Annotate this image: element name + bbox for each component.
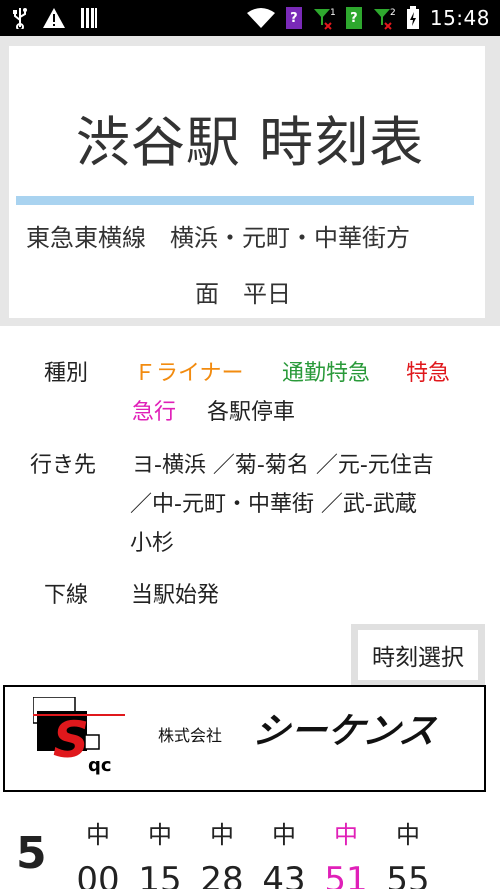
company-type: 株式会社 xyxy=(158,726,223,745)
page-title: 渋谷駅 時刻表 xyxy=(75,111,425,174)
logo-letter: S xyxy=(53,711,89,769)
train-dest: 中 xyxy=(210,821,234,849)
train-minute[interactable]: 51 xyxy=(316,860,376,889)
no-sim-2-icon: ? xyxy=(345,7,362,29)
company-brand: シーケンス xyxy=(249,711,441,752)
type-f-liner: Ｆライナー xyxy=(134,361,244,386)
day-type-text: 面 平日 xyxy=(195,280,291,308)
train-minute[interactable]: 55 xyxy=(378,860,438,889)
time-select-button[interactable]: 時刻選択 xyxy=(358,630,478,680)
train-dest: 中 xyxy=(396,821,420,849)
train-minute[interactable]: 43 xyxy=(254,860,314,889)
clock: 15:48 xyxy=(429,6,490,30)
train-dest: 中 xyxy=(148,821,172,849)
type-local: 各駅停車 xyxy=(207,400,296,425)
train-dest: 中 xyxy=(86,821,110,849)
destination-line-2: ／中-元町・中華街 ／武-武蔵 xyxy=(130,492,417,517)
direction-value: 当駅始発 xyxy=(131,583,220,608)
no-sim-icon: ? xyxy=(285,7,302,29)
title-underline xyxy=(16,196,474,205)
usb-icon xyxy=(12,7,28,29)
signal-2-sup: 2 xyxy=(390,8,396,18)
line-direction-text: 東急東横線 横浜・元町・中華街方 xyxy=(26,224,410,252)
signal-2-icon: 2 xyxy=(372,6,396,30)
destination-line-3: 小杉 xyxy=(130,531,175,556)
destination-line-1: ヨ-横浜 ／菊-菊名 ／元-元住吉 xyxy=(132,453,434,478)
status-bar: ? 1 ? 2 15:48 xyxy=(0,0,500,36)
wifi-icon xyxy=(246,7,276,29)
train-minute[interactable]: 00 xyxy=(68,860,128,889)
hour-label: 5 xyxy=(16,828,47,879)
sd-card-icon xyxy=(80,7,98,29)
battery-charging-icon xyxy=(406,6,420,30)
type-label: 種別 xyxy=(44,361,89,386)
train-minute[interactable]: 15 xyxy=(130,860,190,889)
signal-1-icon: 1 xyxy=(312,6,336,30)
type-limited-express: 特急 xyxy=(406,361,451,386)
type-commuter-express: 通勤特急 xyxy=(282,361,371,386)
destination-label: 行き先 xyxy=(30,453,97,478)
signal-1-sup: 1 xyxy=(330,8,336,18)
direction-label: 下線 xyxy=(44,583,89,608)
warning-icon xyxy=(42,7,66,29)
train-dest: 中 xyxy=(272,821,296,849)
company-logo: S qc xyxy=(32,696,125,777)
logo-sub: qc xyxy=(88,755,112,776)
train-minute[interactable]: 28 xyxy=(192,860,252,889)
type-express: 急行 xyxy=(132,400,177,425)
train-dest: 中 xyxy=(334,821,358,849)
